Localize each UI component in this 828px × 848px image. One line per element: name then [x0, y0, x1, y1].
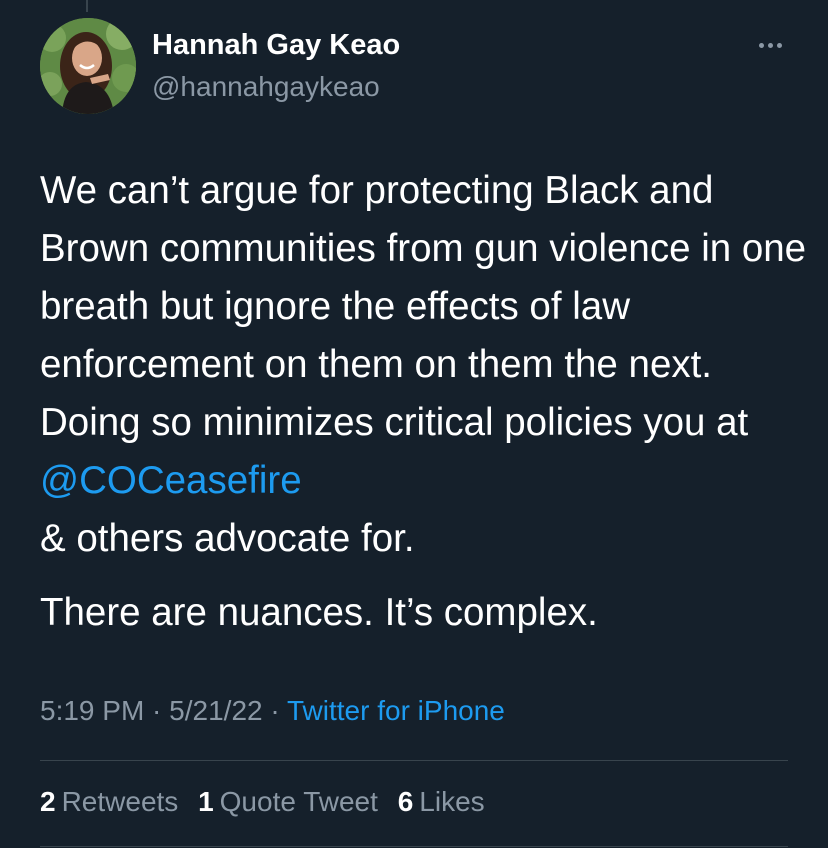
tweet-paragraph: We can’t argue for protecting Black and …: [40, 162, 810, 568]
likes-stat[interactable]: 6 Likes: [398, 786, 485, 818]
engagement-stats: 2 Retweets 1 Quote Tweet 6 Likes: [40, 786, 497, 818]
tweet-text-segment: We can’t argue for protecting Black and …: [40, 169, 817, 444]
tweet-date[interactable]: 5/21/22: [169, 695, 262, 726]
quotes-label: Quote Tweet: [219, 786, 378, 817]
retweets-stat[interactable]: 2 Retweets: [40, 786, 178, 818]
meta-separator: ·: [262, 695, 287, 726]
tweet-metadata: 5:19 PM · 5/21/22 · Twitter for iPhone: [40, 695, 505, 727]
quotes-count: 1: [198, 786, 214, 817]
author-display-name[interactable]: Hannah Gay Keao: [152, 29, 400, 62]
more-dots-icon: [776, 42, 782, 48]
more-dots-icon: [767, 42, 773, 48]
more-options-button[interactable]: [750, 30, 790, 60]
tweet-text: We can’t argue for protecting Black and …: [40, 162, 810, 642]
tweet-text-segment: & others advocate for.: [40, 517, 415, 560]
retweets-count: 2: [40, 786, 56, 817]
divider: [40, 846, 788, 847]
likes-label: Likes: [419, 786, 485, 817]
quote-tweets-stat[interactable]: 1 Quote Tweet: [198, 786, 378, 818]
tweet-paragraph: There are nuances. It’s complex.: [40, 591, 598, 634]
thread-connector-line: [86, 0, 88, 12]
mention-link[interactable]: @COCeasefire: [40, 459, 302, 502]
retweets-label: Retweets: [61, 786, 179, 817]
author-handle[interactable]: @hannahgaykeao: [152, 71, 380, 103]
avatar[interactable]: [40, 18, 136, 114]
more-dots-icon: [758, 42, 764, 48]
meta-separator: ·: [144, 695, 170, 726]
tweet-source-link[interactable]: Twitter for iPhone: [287, 695, 505, 726]
tweet-time[interactable]: 5:19 PM: [40, 695, 144, 726]
divider: [40, 760, 788, 761]
likes-count: 6: [397, 786, 414, 817]
profile-photo-icon: [40, 18, 136, 114]
